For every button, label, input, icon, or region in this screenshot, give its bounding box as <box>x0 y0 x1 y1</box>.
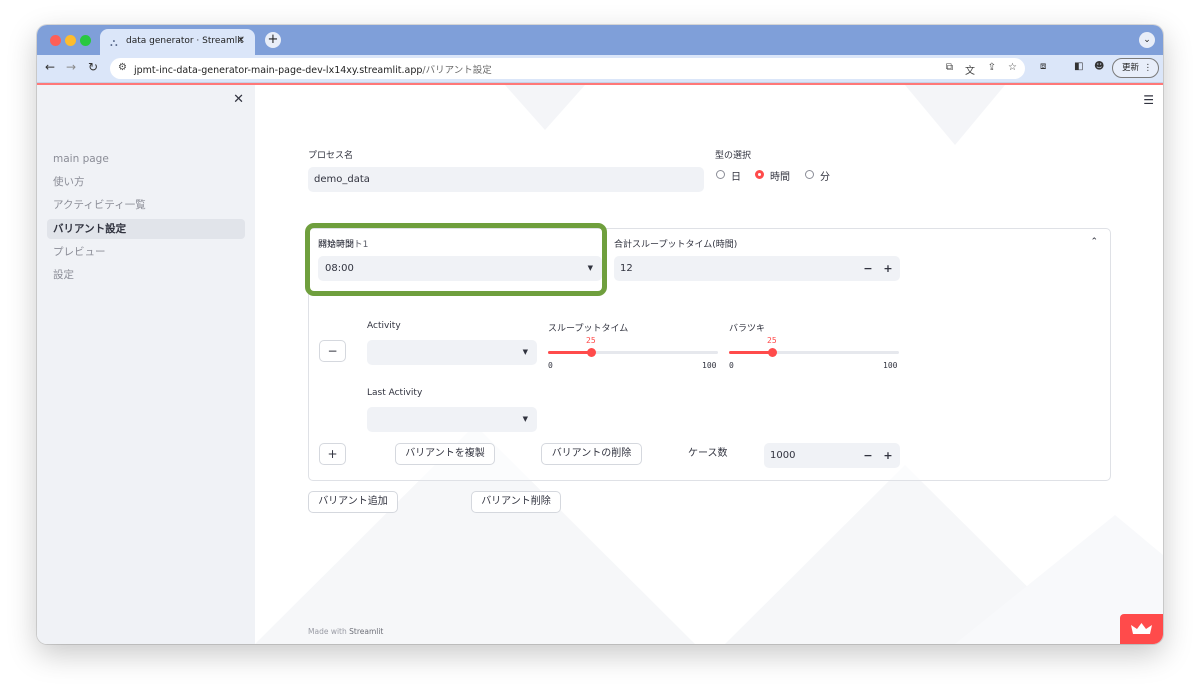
case-count-input[interactable]: 1000 − + <box>764 443 900 468</box>
case-count-increment-button[interactable]: + <box>878 443 898 468</box>
activity-label: Activity <box>367 321 401 331</box>
add-activity-button[interactable]: + <box>319 443 346 465</box>
process-name-label: プロセス名 <box>308 151 354 161</box>
made-with-streamlit-footer[interactable]: Made with Streamlit <box>308 627 383 636</box>
url-text[interactable]: jpmt-inc-data-generator-main-page-dev-lx… <box>134 62 492 76</box>
case-count-value: 1000 <box>770 450 796 461</box>
chevron-down-icon: ▼ <box>522 415 528 423</box>
radio-minute-label: 分 <box>820 172 830 183</box>
tab-bar: ⛬ data generator · Streamlit ✕ + ⌄ <box>37 25 1163 55</box>
close-sidebar-icon[interactable]: ✕ <box>233 92 244 107</box>
case-count-decrement-button[interactable]: − <box>858 443 878 468</box>
back-arrow-icon[interactable]: ← <box>45 60 55 74</box>
browser-toolbar: ← → ↻ ⚙ jpmt-inc-data-generator-main-pag… <box>37 55 1163 83</box>
remove-variant-button[interactable]: バリアント削除 <box>471 491 561 513</box>
duplicate-variant-button[interactable]: バリアントを複製 <box>395 443 495 465</box>
sidebar-item-settings[interactable]: 設定 <box>47 265 245 285</box>
tab-title: data generator · Streamlit <box>126 36 244 46</box>
last-activity-label: Last Activity <box>367 388 423 398</box>
zoom-window-light[interactable] <box>80 35 91 46</box>
slider2-value: 25 <box>767 336 777 345</box>
sidebar-item-how-to[interactable]: 使い方 <box>47 172 245 192</box>
site-info-icon[interactable]: ⚙ <box>118 62 127 73</box>
crown-icon <box>1131 623 1152 634</box>
throughput-number-input[interactable]: 12 − + <box>614 256 900 281</box>
throughput-value: 12 <box>620 263 633 274</box>
throughput-decrement-button[interactable]: − <box>858 256 878 281</box>
main-menu-icon[interactable]: ☰ <box>1143 93 1154 107</box>
more-menu-icon: ⋮ <box>1143 63 1153 73</box>
streamlit-favicon-icon: ⛬ <box>110 36 118 49</box>
case-count-label: ケース数 <box>688 448 728 459</box>
close-window-light[interactable] <box>50 35 61 46</box>
forward-arrow-icon[interactable]: → <box>66 60 76 74</box>
sidebar-item-activity-list[interactable]: アクティビティ一覧 <box>47 195 245 215</box>
bookmark-star-icon[interactable]: ☆ <box>1008 62 1017 73</box>
remove-activity-button[interactable]: − <box>319 340 346 362</box>
throughput-label: 合計スループットタイム(時間) <box>614 240 738 250</box>
radio-hour[interactable] <box>755 170 764 179</box>
radio-day[interactable] <box>716 170 725 179</box>
throughput-increment-button[interactable]: + <box>878 256 898 281</box>
browser-window: ⛬ data generator · Streamlit ✕ + ⌄ ← → ↻… <box>37 25 1163 644</box>
slider1-fill <box>548 351 591 354</box>
type-select-label: 型の選択 <box>715 151 752 161</box>
chevron-down-icon: ▼ <box>522 348 528 356</box>
new-tab-button[interactable]: + <box>265 32 281 48</box>
start-time-highlight-box <box>305 223 607 296</box>
process-name-input[interactable]: demo_data <box>308 167 704 192</box>
slider1-track[interactable] <box>548 348 718 357</box>
streamlit-crown-badge[interactable] <box>1120 614 1163 644</box>
activity-select[interactable]: ▼ <box>367 340 537 365</box>
sidebar-item-main-page[interactable]: main page <box>47 149 245 169</box>
slider2-thumb[interactable] <box>768 348 777 357</box>
profile-avatar-icon[interactable]: ☻ <box>1094 61 1104 72</box>
main-content: ☰ プロセス名 demo_data 型の選択 日 時間 分 バリアント1 ⌃ 開… <box>255 85 1163 644</box>
tab-close-icon[interactable]: ✕ <box>237 35 245 46</box>
sidebar: ✕ main page 使い方 アクティビティ一覧 バリアント設定 プレビュー … <box>37 85 255 644</box>
side-panel-icon[interactable]: ◧ <box>1074 61 1083 72</box>
add-variant-button[interactable]: バリアント追加 <box>308 491 398 513</box>
tab-search-chevron-icon[interactable]: ⌄ <box>1139 32 1155 48</box>
share-icon[interactable]: ⇪ <box>988 62 996 73</box>
slider2-min: 0 <box>729 361 734 370</box>
slider1-value: 25 <box>586 336 596 345</box>
last-activity-select[interactable]: ▼ <box>367 407 537 432</box>
slider1-min: 0 <box>548 361 553 370</box>
radio-minute[interactable] <box>805 170 814 179</box>
slider2-label: バラツキ <box>729 324 766 334</box>
address-bar[interactable]: ⚙ jpmt-inc-data-generator-main-page-dev-… <box>110 58 1025 79</box>
browser-tab[interactable]: ⛬ data generator · Streamlit ✕ <box>100 29 255 55</box>
translate-icon[interactable]: 文 <box>965 62 975 77</box>
slider2-max: 100 <box>883 361 898 370</box>
cast-icon[interactable]: ⧉ <box>946 62 953 73</box>
minimize-window-light[interactable] <box>65 35 76 46</box>
slider1-thumb[interactable] <box>587 348 596 357</box>
delete-variant-button[interactable]: バリアントの削除 <box>541 443 642 465</box>
radio-hour-label: 時間 <box>770 172 790 183</box>
slider1-max: 100 <box>702 361 717 370</box>
radio-day-label: 日 <box>731 172 741 183</box>
sidebar-item-variant-settings[interactable]: バリアント設定 <box>47 219 245 239</box>
slider2-fill <box>729 351 772 354</box>
update-button[interactable]: 更新 ⋮ <box>1112 58 1159 78</box>
sidebar-item-preview[interactable]: プレビュー <box>47 242 245 262</box>
extensions-puzzle-icon[interactable]: ⧈ <box>1040 61 1046 72</box>
collapse-chevron-up-icon[interactable]: ⌃ <box>1090 237 1098 247</box>
slider1-label: スループットタイム <box>548 324 629 334</box>
slider2-track[interactable] <box>729 348 899 357</box>
reload-icon[interactable]: ↻ <box>88 60 98 74</box>
